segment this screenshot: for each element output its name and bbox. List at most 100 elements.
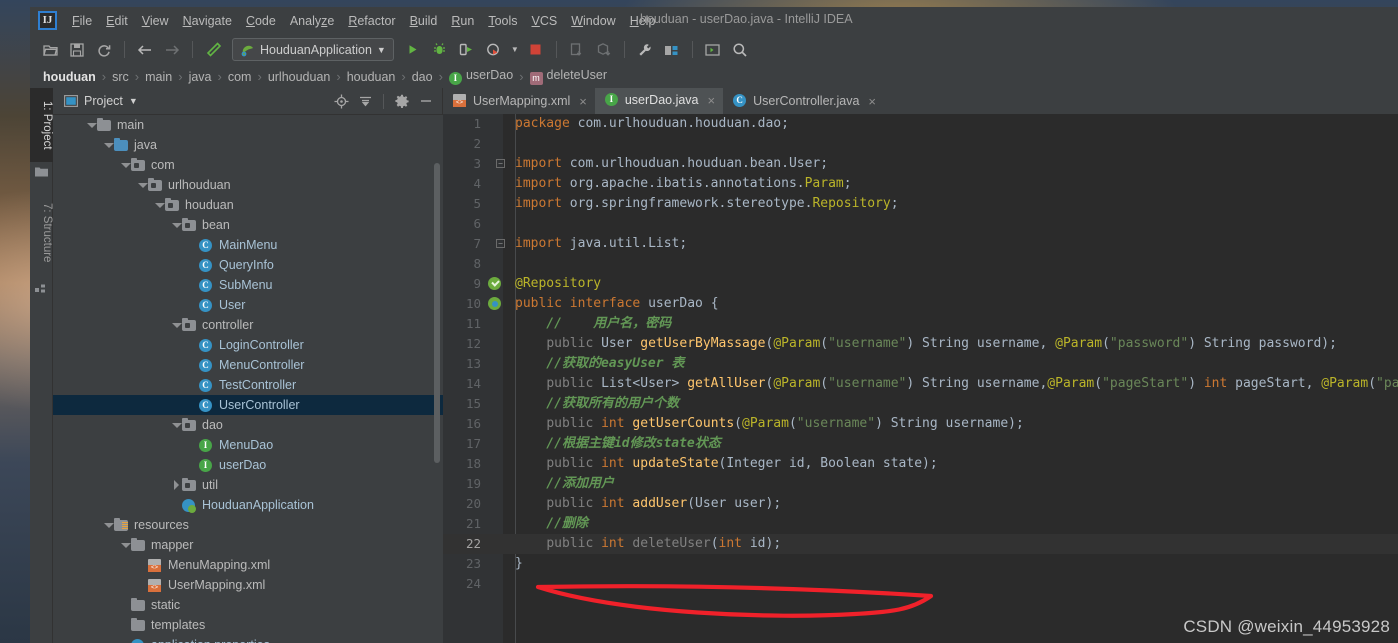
project-tree[interactable]: main java com urlhouduan houduan bean C MainMen… bbox=[53, 115, 443, 643]
run-configuration-selector[interactable]: HouduanApplication ▼ bbox=[232, 38, 394, 61]
locate-icon[interactable] bbox=[332, 92, 350, 110]
breadcrumb-item-dao[interactable]: dao bbox=[409, 70, 436, 84]
gutter-slot[interactable] bbox=[487, 494, 503, 514]
menu-code[interactable]: Code bbox=[239, 11, 283, 31]
close-icon[interactable]: × bbox=[708, 93, 716, 108]
tree-row[interactable]: C MainMenu bbox=[53, 235, 443, 255]
hide-icon[interactable] bbox=[417, 92, 435, 110]
breadcrumb-item-main[interactable]: main bbox=[142, 70, 175, 84]
tree-toggle-down-icon[interactable] bbox=[171, 320, 182, 331]
gutter-slot[interactable] bbox=[487, 174, 503, 194]
tree-row[interactable]: C LoginController bbox=[53, 335, 443, 355]
menu-build[interactable]: Build bbox=[403, 11, 445, 31]
breadcrumb-item-houduan[interactable]: houduan bbox=[344, 70, 399, 84]
menu-window[interactable]: Window bbox=[564, 11, 622, 31]
tree-toggle-right-icon[interactable] bbox=[171, 479, 182, 491]
gutter-slot[interactable] bbox=[487, 134, 503, 154]
close-icon[interactable]: × bbox=[579, 94, 587, 109]
gutter-slot[interactable] bbox=[487, 454, 503, 474]
gutter-slot[interactable] bbox=[487, 434, 503, 454]
close-icon[interactable]: × bbox=[868, 94, 876, 109]
open-folder-icon[interactable] bbox=[38, 38, 62, 62]
gutter-slot[interactable] bbox=[487, 554, 503, 574]
save-icon[interactable] bbox=[65, 38, 89, 62]
run-with-coverage-icon[interactable] bbox=[455, 38, 479, 62]
back-arrow-icon[interactable] bbox=[133, 38, 157, 62]
code-line[interactable]: 5 import org.springframework.stereotype.R… bbox=[443, 194, 1398, 214]
code-line[interactable]: 24 bbox=[443, 574, 1398, 594]
tree-toggle-down-icon[interactable] bbox=[103, 520, 114, 531]
code-line[interactable]: 23} bbox=[443, 554, 1398, 574]
code-line[interactable]: 9 @Repository bbox=[443, 274, 1398, 294]
tree-row[interactable]: controller bbox=[53, 315, 443, 335]
gutter-slot[interactable] bbox=[487, 334, 503, 354]
editor-tab-usercontroller-java[interactable]: C UserController.java × bbox=[723, 88, 884, 114]
code-line[interactable]: 7 − import java.util.List; bbox=[443, 234, 1398, 254]
tree-row[interactable]: com bbox=[53, 155, 443, 175]
code-line[interactable]: 3 − import com.urlhouduan.houduan.bean.Use… bbox=[443, 154, 1398, 174]
project-structure-icon[interactable] bbox=[660, 38, 684, 62]
tree-row[interactable]: java bbox=[53, 135, 443, 155]
spring-component-gutter-icon[interactable] bbox=[488, 297, 501, 310]
menu-view[interactable]: View bbox=[135, 11, 176, 31]
gutter-slot[interactable] bbox=[487, 294, 503, 314]
tree-row[interactable]: houduan bbox=[53, 195, 443, 215]
code-line[interactable]: 12 public User getUserByMassage(@Param("… bbox=[443, 334, 1398, 354]
tree-row-selected[interactable]: C UserController bbox=[53, 395, 443, 415]
tree-row[interactable]: IuserDao bbox=[53, 455, 443, 475]
code-line[interactable]: 21 //删除 bbox=[443, 514, 1398, 534]
chevron-down-icon[interactable]: ▼ bbox=[129, 96, 138, 106]
code-line[interactable]: 18 public int updateState(Integer id, Bo… bbox=[443, 454, 1398, 474]
gutter-slot[interactable] bbox=[487, 474, 503, 494]
breadcrumb-item-deleteuser[interactable]: m deleteUser bbox=[527, 68, 610, 85]
code-line[interactable]: 22 public int deleteUser(int id); bbox=[443, 534, 1398, 554]
tree-row[interactable]: bean bbox=[53, 215, 443, 235]
tree-row[interactable]: HouduanApplication bbox=[53, 495, 443, 515]
gutter-slot[interactable] bbox=[487, 274, 503, 294]
run-icon[interactable] bbox=[401, 38, 425, 62]
editor-tab-usermapping-xml[interactable]: UserMapping.xml × bbox=[443, 88, 595, 114]
breadcrumb-item-urlhouduan[interactable]: urlhouduan bbox=[265, 70, 334, 84]
sidebar-item-structure[interactable]: 7: Structure bbox=[30, 188, 53, 278]
code-line[interactable]: 10 public interface userDao { bbox=[443, 294, 1398, 314]
breadcrumb-item-userdao[interactable]: IuserDao bbox=[446, 68, 516, 85]
tree-row[interactable]: UserMapping.xml bbox=[53, 575, 443, 595]
gutter-slot[interactable] bbox=[487, 354, 503, 374]
gear-icon[interactable] bbox=[393, 92, 411, 110]
gutter-slot[interactable] bbox=[487, 574, 503, 594]
tree-row[interactable]: C QueryInfo bbox=[53, 255, 443, 275]
menu-refactor[interactable]: Refactor bbox=[341, 11, 402, 31]
tree-row[interactable]: util bbox=[53, 475, 443, 495]
code-fold-icon[interactable]: − bbox=[496, 239, 505, 248]
tree-row[interactable]: urlhouduan bbox=[53, 175, 443, 195]
menu-navigate[interactable]: Navigate bbox=[176, 11, 239, 31]
gutter-slot[interactable] bbox=[487, 114, 503, 134]
update-project-icon[interactable] bbox=[565, 38, 589, 62]
tree-row[interactable]: MenuMapping.xml bbox=[53, 555, 443, 575]
tree-toggle-down-icon[interactable] bbox=[86, 120, 97, 131]
gutter-slot[interactable]: − bbox=[487, 234, 505, 254]
code-line[interactable]: 13 //获取的easyUser 表 bbox=[443, 354, 1398, 374]
collapse-all-icon[interactable] bbox=[356, 92, 374, 110]
tree-row[interactable]: mapper bbox=[53, 535, 443, 555]
menu-edit[interactable]: Edit bbox=[99, 11, 135, 31]
gutter-slot[interactable] bbox=[487, 414, 503, 434]
search-everywhere-icon[interactable] bbox=[728, 38, 752, 62]
code-line[interactable]: 11 // 用户名，密码 bbox=[443, 314, 1398, 334]
stop-icon[interactable] bbox=[524, 38, 548, 62]
tree-toggle-down-icon[interactable] bbox=[103, 140, 114, 151]
tree-row[interactable]: C User bbox=[53, 295, 443, 315]
tree-row[interactable]: dao bbox=[53, 415, 443, 435]
tree-toggle-down-icon[interactable] bbox=[154, 200, 165, 211]
editor-tab-userdao-java[interactable]: IuserDao.java × bbox=[594, 88, 724, 114]
terminal-icon[interactable] bbox=[701, 38, 725, 62]
code-line[interactable]: 6 bbox=[443, 214, 1398, 234]
code-line[interactable]: 15 //获取所有的用户个数 bbox=[443, 394, 1398, 414]
profiler-chevron-icon[interactable]: ▼ bbox=[509, 38, 521, 62]
spring-bean-gutter-icon[interactable] bbox=[488, 277, 501, 290]
tree-row[interactable]: resources bbox=[53, 515, 443, 535]
commit-icon[interactable] bbox=[592, 38, 616, 62]
tree-row[interactable]: templates bbox=[53, 615, 443, 635]
breadcrumb-item-com[interactable]: com bbox=[225, 70, 255, 84]
menu-run[interactable]: Run bbox=[444, 11, 481, 31]
